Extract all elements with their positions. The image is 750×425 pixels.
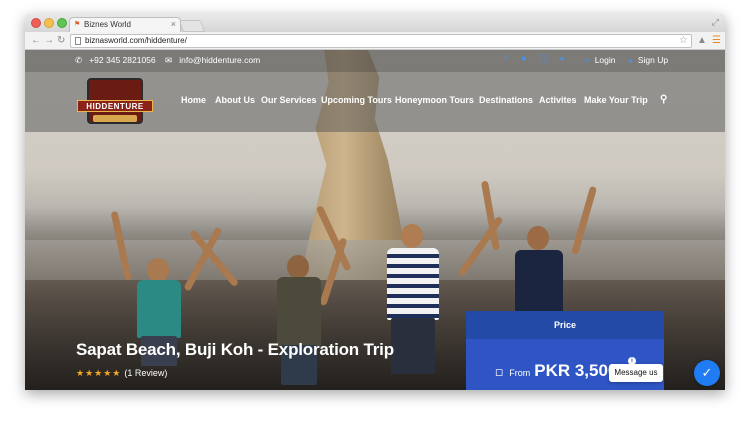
new-tab-button[interactable] xyxy=(178,20,206,32)
logo-text: HIDDENTURE xyxy=(77,100,153,112)
url-text: biznasworld.com/hiddenture/ xyxy=(85,36,187,45)
messenger-icon[interactable]: ✓ xyxy=(694,360,720,386)
review-count: (1 Review) xyxy=(124,368,168,378)
tab-bar: ⚑ Biznes World × ⤢ xyxy=(25,14,725,32)
browser-tab[interactable]: ⚑ Biznes World × xyxy=(69,17,181,32)
reload-icon[interactable]: ↻ xyxy=(57,34,65,48)
signup-label: Sign Up xyxy=(637,55,669,65)
trip-title: Sapat Beach, Buji Koh - Exploration Trip xyxy=(76,340,394,359)
price-from-label: From xyxy=(509,368,531,378)
browser-window: ⚑ Biznes World × ⤢ ← → ↻ biznasworld.com… xyxy=(25,14,725,390)
linkedin-icon[interactable]: ■ xyxy=(519,54,529,63)
price-tag-icon: ◇ xyxy=(490,363,507,381)
nav-item-activites[interactable]: Activites xyxy=(539,95,577,105)
instagram-icon[interactable]: ◯ xyxy=(538,54,548,63)
nav-item-upcoming-tours[interactable]: Upcoming Tours xyxy=(321,95,392,105)
bookmark-star-icon[interactable]: ☆ xyxy=(679,35,688,46)
forward-icon[interactable]: → xyxy=(44,34,54,48)
nav-item-our-services[interactable]: Our Services xyxy=(261,95,317,105)
email-icon: ✉ xyxy=(165,55,173,65)
nav-item-make-your-trip[interactable]: Make Your Trip xyxy=(584,95,648,105)
user-icon: ● xyxy=(628,56,633,65)
close-window-button[interactable] xyxy=(31,18,41,28)
main-navigation: HIDDENTURE Home About Us Our Services Up… xyxy=(25,72,725,132)
address-bar[interactable]: biznasworld.com/hiddenture/ ☆ xyxy=(70,34,692,48)
page-viewport: ✆ +92 345 2821056 ✉ info@hiddenture.com … xyxy=(25,50,725,390)
phone-number: +92 345 2821056 xyxy=(89,55,156,65)
trip-rating[interactable]: ★★★★★ (1 Review) xyxy=(76,368,167,379)
nav-item-about-us[interactable]: About Us xyxy=(215,95,255,105)
facebook-icon[interactable]: f xyxy=(501,54,511,63)
site-logo[interactable]: HIDDENTURE xyxy=(77,78,153,126)
message-us-label[interactable]: Message us xyxy=(609,364,663,382)
extension-icon[interactable]: ▲ xyxy=(697,34,707,48)
phone-contact[interactable]: ✆ +92 345 2821056 xyxy=(75,55,156,66)
browser-toolbar: ← → ↻ biznasworld.com/hiddenture/ ☆ ▲ ☰ xyxy=(25,32,725,50)
nav-item-home[interactable]: Home xyxy=(181,95,206,105)
nav-item-honeymoon-tours[interactable]: Honeymoon Tours xyxy=(395,95,474,105)
nav-item-destinations[interactable]: Destinations xyxy=(479,95,533,105)
maximize-window-button[interactable] xyxy=(57,18,67,28)
phone-icon: ✆ xyxy=(75,55,83,65)
back-icon[interactable]: ← xyxy=(31,34,41,48)
fullscreen-icon[interactable]: ⤢ xyxy=(712,17,719,28)
price-header: Price xyxy=(466,311,664,339)
page-icon xyxy=(75,37,81,45)
login-icon: ⇒ xyxy=(583,56,590,65)
search-icon[interactable]: ⚲ xyxy=(660,94,667,105)
tab-title: Biznes World xyxy=(84,20,131,29)
login-link[interactable]: ⇒ Login xyxy=(583,55,616,65)
pinterest-icon[interactable]: ● xyxy=(557,54,567,63)
price-row: ◇ From PKR 3,500 xyxy=(490,361,618,381)
favicon-icon: ⚑ xyxy=(74,21,81,28)
minimize-window-button[interactable] xyxy=(44,18,54,28)
logo-ribbon xyxy=(93,115,137,122)
email-contact[interactable]: ✉ info@hiddenture.com xyxy=(165,55,260,66)
star-rating-icon: ★★★★★ xyxy=(76,368,122,378)
login-label: Login xyxy=(594,55,616,65)
price-value: PKR 3,500 xyxy=(534,361,618,380)
email-address: info@hiddenture.com xyxy=(179,55,261,65)
signup-link[interactable]: ● Sign Up xyxy=(628,55,668,65)
menu-icon[interactable]: ☰ xyxy=(712,34,721,48)
top-info-bar: ✆ +92 345 2821056 ✉ info@hiddenture.com … xyxy=(25,50,725,72)
tab-close-icon[interactable]: × xyxy=(171,19,176,29)
